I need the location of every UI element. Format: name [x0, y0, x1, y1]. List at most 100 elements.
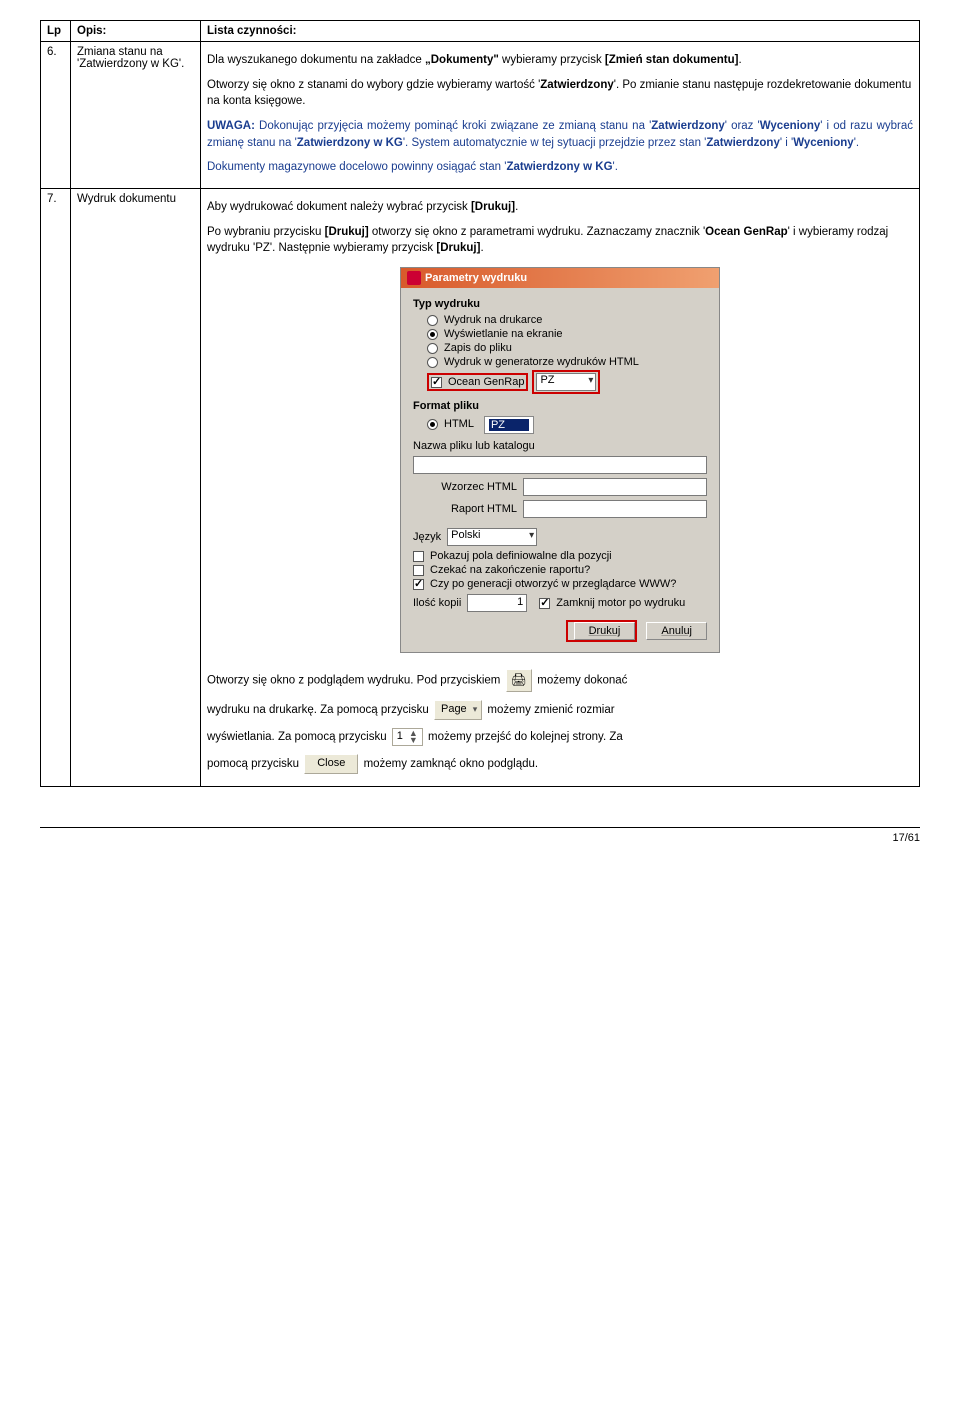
text: '.	[613, 161, 618, 173]
header-opis: Opis:	[71, 21, 201, 42]
radio-html[interactable]: Wydruk w generatorze wydruków HTML	[427, 356, 707, 368]
checkbox-label: Czekać na zakończenie raportu?	[430, 564, 590, 576]
input-raport[interactable]	[523, 500, 707, 518]
checkbox-genrap[interactable]	[431, 377, 442, 388]
check-genrap-row: Ocean GenRap PZ	[427, 370, 707, 394]
checkbox-label: Ocean GenRap	[448, 376, 524, 388]
label-jezyk: Język	[413, 531, 441, 543]
text: ' i '	[780, 137, 793, 149]
text-bold: [Zmień stan dokumentu]	[605, 54, 739, 66]
radio-label: Wyświetlanie na ekranie	[444, 328, 563, 340]
drukuj-button[interactable]: Drukuj	[574, 622, 636, 640]
label-nazwa: Nazwa pliku lub katalogu	[413, 440, 707, 452]
cell-opis: Wydruk dokumentu	[71, 189, 201, 787]
radio-icon	[427, 329, 438, 340]
input-wzorzec[interactable]	[523, 478, 707, 496]
text: możemy zmienić rozmiar	[487, 704, 614, 716]
header-lista: Lista czynności:	[201, 21, 920, 42]
text: '.	[854, 137, 859, 149]
text-bold: Ocean GenRap	[705, 226, 787, 238]
page-size-select[interactable]: Page	[434, 700, 482, 720]
cell-lp: 6.	[41, 42, 71, 189]
text: Aby wydrukować dokument należy wybrać pr…	[207, 201, 471, 213]
label-raport: Raport HTML	[413, 503, 523, 515]
text: Dokumenty magazynowe docelowo powinny os…	[207, 161, 506, 173]
printer-button[interactable]	[506, 669, 533, 692]
text: '. System automatycznie w tej sytuacji p…	[403, 137, 707, 149]
table-row: 7. Wydruk dokumentu Aby wydrukować dokum…	[41, 189, 920, 787]
radio-icon	[427, 357, 438, 368]
text: .	[515, 201, 518, 213]
text: .	[480, 242, 483, 254]
text: Otworzy się okno z podglądem wydruku. Po…	[207, 675, 504, 687]
radio-icon	[427, 419, 438, 430]
input-nazwa[interactable]	[413, 456, 707, 474]
text: wybieramy przycisk	[499, 54, 605, 66]
group-typ-label: Typ wydruku	[413, 298, 707, 310]
text-bold: Wyceniony	[760, 120, 821, 132]
text-bold: „Dokumenty"	[425, 54, 499, 66]
printer-icon	[511, 675, 528, 687]
dialog-titlebar: Parametry wydruku	[401, 268, 719, 288]
text: .	[738, 54, 741, 66]
check-pola[interactable]: Pokazuj pola definiowalne dla pozycji	[413, 550, 707, 562]
checkbox-icon	[413, 579, 424, 590]
anuluj-button[interactable]: Anuluj	[646, 622, 707, 640]
text: Otworzy się okno z stanami do wybory gdz…	[207, 79, 540, 91]
radio-icon	[427, 343, 438, 354]
text-bold: Zatwierdzony	[706, 137, 779, 149]
table-row: 6. Zmiana stanu na 'Zatwierdzony w KG'. …	[41, 42, 920, 189]
label-kopii: Ilość kopii	[413, 597, 461, 609]
checkbox-icon	[413, 565, 424, 576]
radio-label: HTML	[444, 418, 474, 430]
page-number-stepper[interactable]: 1 ▲▼	[392, 728, 423, 746]
genrap-select[interactable]: PZ	[536, 373, 596, 391]
check-czekac[interactable]: Czekać na zakończenie raportu?	[413, 564, 707, 576]
radio-icon	[427, 315, 438, 326]
select-jezyk[interactable]: Polski	[447, 528, 537, 546]
close-button[interactable]: Close	[304, 754, 358, 774]
text-bold: [Drukuj]	[471, 201, 515, 213]
page-number-value: 1	[397, 729, 403, 745]
cell-desc: Aby wydrukować dokument należy wybrać pr…	[201, 189, 920, 787]
spinner-icon: ▲▼	[409, 730, 418, 744]
text: możemy dokonać	[537, 675, 627, 687]
text-bold: Zatwierdzony	[540, 79, 613, 91]
text: Dla wyszukanego dokumentu na zakładce	[207, 54, 425, 66]
page-footer: 17/61	[40, 827, 920, 844]
text-bold: Zatwierdzony	[651, 120, 724, 132]
radio-label: Wydruk na drukarce	[444, 314, 542, 326]
list-item-pz[interactable]: PZ	[489, 419, 529, 431]
checkbox-icon	[413, 551, 424, 562]
cell-desc: Dla wyszukanego dokumentu na zakładce „D…	[201, 42, 920, 189]
cell-lp: 7.	[41, 189, 71, 787]
input-kopii[interactable]: 1	[467, 594, 527, 612]
text: Po wybraniu przycisku	[207, 226, 325, 238]
group-format-label: Format pliku	[413, 400, 707, 412]
cell-opis: Zmiana stanu na 'Zatwierdzony w KG'.	[71, 42, 201, 189]
text: możemy zamknąć okno podglądu.	[364, 758, 539, 770]
instruction-table: Lp Opis: Lista czynności: 6. Zmiana stan…	[40, 20, 920, 787]
print-params-dialog: Parametry wydruku Typ wydruku Wydruk na …	[400, 267, 720, 653]
header-lp: Lp	[41, 21, 71, 42]
checkbox-label: Zamknij motor po wydruku	[556, 597, 685, 609]
text-bold: Zatwierdzony w KG	[297, 137, 403, 149]
text: możemy przejść do kolejnej strony. Za	[428, 731, 623, 743]
radio-ekran[interactable]: Wyświetlanie na ekranie	[427, 328, 707, 340]
text: pomocą przycisku	[207, 758, 302, 770]
text: wyświetlania. Za pomocą przycisku	[207, 731, 390, 743]
uwaga-label: UWAGA:	[207, 120, 255, 132]
label-wzorzec: Wzorzec HTML	[413, 481, 523, 493]
radio-format-html[interactable]: HTML	[427, 418, 474, 430]
checkbox-label: Pokazuj pola definiowalne dla pozycji	[430, 550, 612, 562]
checkbox-motor[interactable]	[539, 598, 550, 609]
check-www[interactable]: Czy po generacji otworzyć w przeglądarce…	[413, 578, 707, 590]
text: otworzy się okno z parametrami wydruku. …	[369, 226, 705, 238]
text-bold: [Drukuj]	[325, 226, 369, 238]
text: Dokonując przyjęcia możemy pominąć kroki…	[255, 120, 651, 132]
text-bold: [Drukuj]	[436, 242, 480, 254]
app-icon	[407, 271, 421, 285]
radio-plik[interactable]: Zapis do pliku	[427, 342, 707, 354]
radio-label: Wydruk w generatorze wydruków HTML	[444, 356, 639, 368]
radio-drukarka[interactable]: Wydruk na drukarce	[427, 314, 707, 326]
